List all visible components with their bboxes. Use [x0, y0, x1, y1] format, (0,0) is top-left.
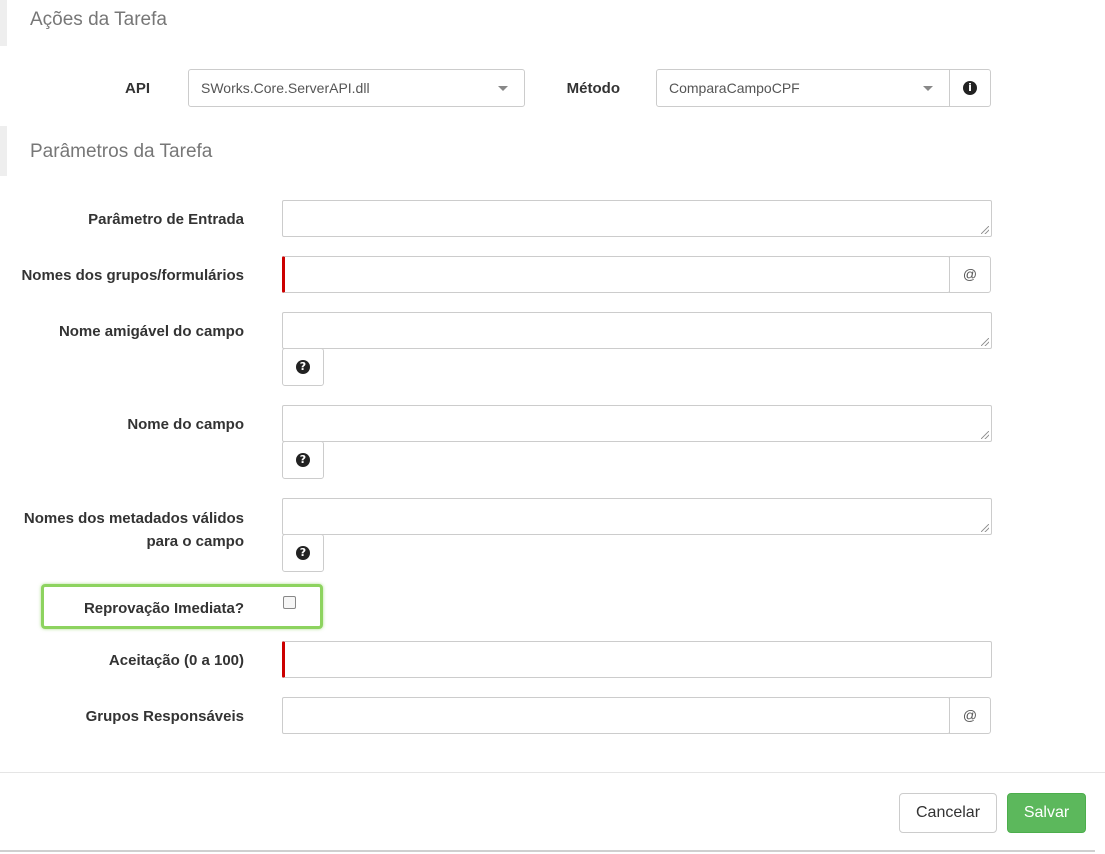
- resize-grip-icon[interactable]: [981, 431, 989, 439]
- resize-grip-icon[interactable]: [981, 524, 989, 532]
- metadados-label-line1: Nomes dos metadados válidos: [23, 510, 244, 527]
- reprovacao-label: Reprovação Imediata?: [83, 600, 244, 617]
- reprovacao-checkbox[interactable]: [283, 596, 296, 609]
- method-select[interactable]: ComparaCampoCPF: [656, 69, 950, 107]
- question-circle-icon: ?: [296, 360, 310, 374]
- method-info-button[interactable]: i: [949, 69, 991, 107]
- footer-divider: [0, 772, 1105, 773]
- metadados-textarea[interactable]: [282, 498, 992, 535]
- info-icon: i: [963, 81, 977, 95]
- grupos-form-at-button[interactable]: @: [949, 256, 991, 293]
- responsaveis-label: Grupos Responsáveis: [85, 708, 244, 725]
- api-label: API: [124, 80, 150, 97]
- question-circle-icon: ?: [296, 453, 310, 467]
- method-label: Método: [566, 80, 620, 97]
- metadados-help-button[interactable]: ?: [282, 534, 324, 572]
- at-symbol: @: [962, 266, 978, 282]
- campo-label: Nome do campo: [127, 416, 244, 433]
- question-circle-icon: ?: [296, 546, 310, 560]
- campo-textarea[interactable]: [282, 405, 992, 442]
- responsaveis-input[interactable]: [282, 697, 950, 734]
- section-bar-params: [0, 126, 7, 176]
- modal-bottom-edge: [0, 850, 1095, 852]
- resize-grip-icon[interactable]: [981, 226, 989, 234]
- campo-help-button[interactable]: ?: [282, 441, 324, 479]
- caret-down-icon: [923, 86, 933, 91]
- grupos-form-input[interactable]: [282, 256, 950, 293]
- responsaveis-at-button[interactable]: @: [949, 697, 991, 734]
- amigavel-textarea[interactable]: [282, 312, 992, 349]
- entrada-textarea[interactable]: [282, 200, 992, 237]
- aceitacao-input[interactable]: [282, 641, 992, 678]
- grupos-form-label: Nomes dos grupos/formulários: [21, 267, 244, 284]
- section-title-params: Parâmetros da Tarefa: [30, 141, 213, 162]
- aceitacao-label: Aceitação (0 a 100): [108, 652, 244, 669]
- method-select-value: ComparaCampoCPF: [669, 80, 800, 96]
- resize-grip-icon[interactable]: [981, 338, 989, 346]
- entrada-label: Parâmetro de Entrada: [88, 211, 244, 228]
- amigavel-help-button[interactable]: ?: [282, 348, 324, 386]
- section-title-actions: Ações da Tarefa: [30, 9, 167, 30]
- caret-down-icon: [498, 86, 508, 91]
- at-symbol: @: [962, 707, 978, 723]
- api-select[interactable]: SWorks.Core.ServerAPI.dll: [188, 69, 525, 107]
- section-bar-actions: [0, 0, 7, 46]
- api-select-value: SWorks.Core.ServerAPI.dll: [201, 80, 370, 96]
- amigavel-label: Nome amigável do campo: [58, 323, 244, 340]
- save-button[interactable]: Salvar: [1007, 793, 1086, 833]
- cancel-button[interactable]: Cancelar: [899, 793, 997, 833]
- metadados-label-line2: para o campo: [146, 533, 244, 550]
